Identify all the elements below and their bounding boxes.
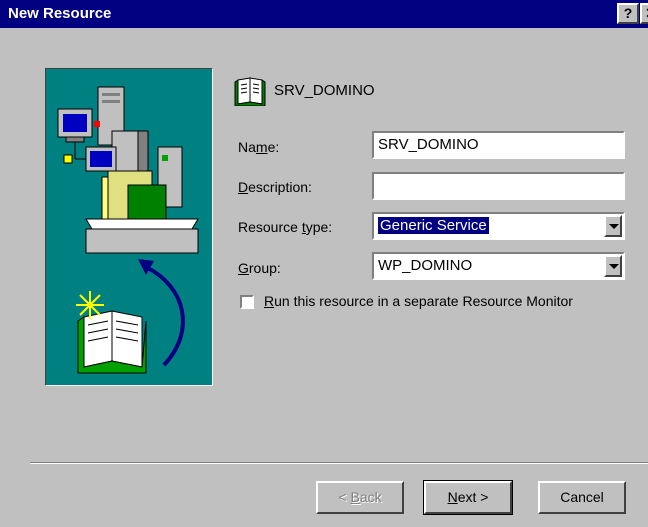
chevron-down-icon xyxy=(609,264,619,269)
resource-type-select[interactable]: Generic Service xyxy=(372,212,625,240)
cancel-button[interactable]: Cancel xyxy=(538,481,626,514)
separate-monitor-label[interactable]: Run this resource in a separate Resource… xyxy=(264,293,573,309)
group-select[interactable]: WP_DOMINO xyxy=(372,252,625,280)
name-input[interactable]: SRV_DOMINO xyxy=(372,131,625,159)
separate-monitor-checkbox[interactable] xyxy=(240,295,254,309)
name-label: Name: xyxy=(238,139,280,155)
resource-book-icon xyxy=(234,76,266,109)
new-resource-dialog: New Resource ? ✕ xyxy=(0,0,648,527)
resource-type-value: Generic Service xyxy=(377,216,490,235)
wizard-illustration xyxy=(45,68,213,386)
separator xyxy=(30,462,648,464)
description-label: Description: xyxy=(238,179,312,195)
description-input[interactable] xyxy=(372,172,625,200)
title-bar[interactable]: New Resource ? ✕ xyxy=(0,0,648,28)
help-button[interactable]: ? xyxy=(617,3,639,24)
resource-type-label: Resource type: xyxy=(238,219,333,235)
next-button[interactable]: Next > xyxy=(423,480,513,515)
servers-and-book-illustration-icon xyxy=(57,86,199,374)
group-label: Group: xyxy=(238,260,281,276)
chevron-down-icon xyxy=(609,224,619,229)
group-dropdown-button[interactable] xyxy=(604,255,622,277)
resource-title: SRV_DOMINO xyxy=(274,82,375,99)
back-button[interactable]: < Back xyxy=(316,481,404,514)
group-value: WP_DOMINO xyxy=(378,257,473,274)
resource-type-dropdown-button[interactable] xyxy=(604,215,622,237)
window-title: New Resource xyxy=(8,5,112,22)
close-button[interactable]: ✕ xyxy=(640,3,648,24)
